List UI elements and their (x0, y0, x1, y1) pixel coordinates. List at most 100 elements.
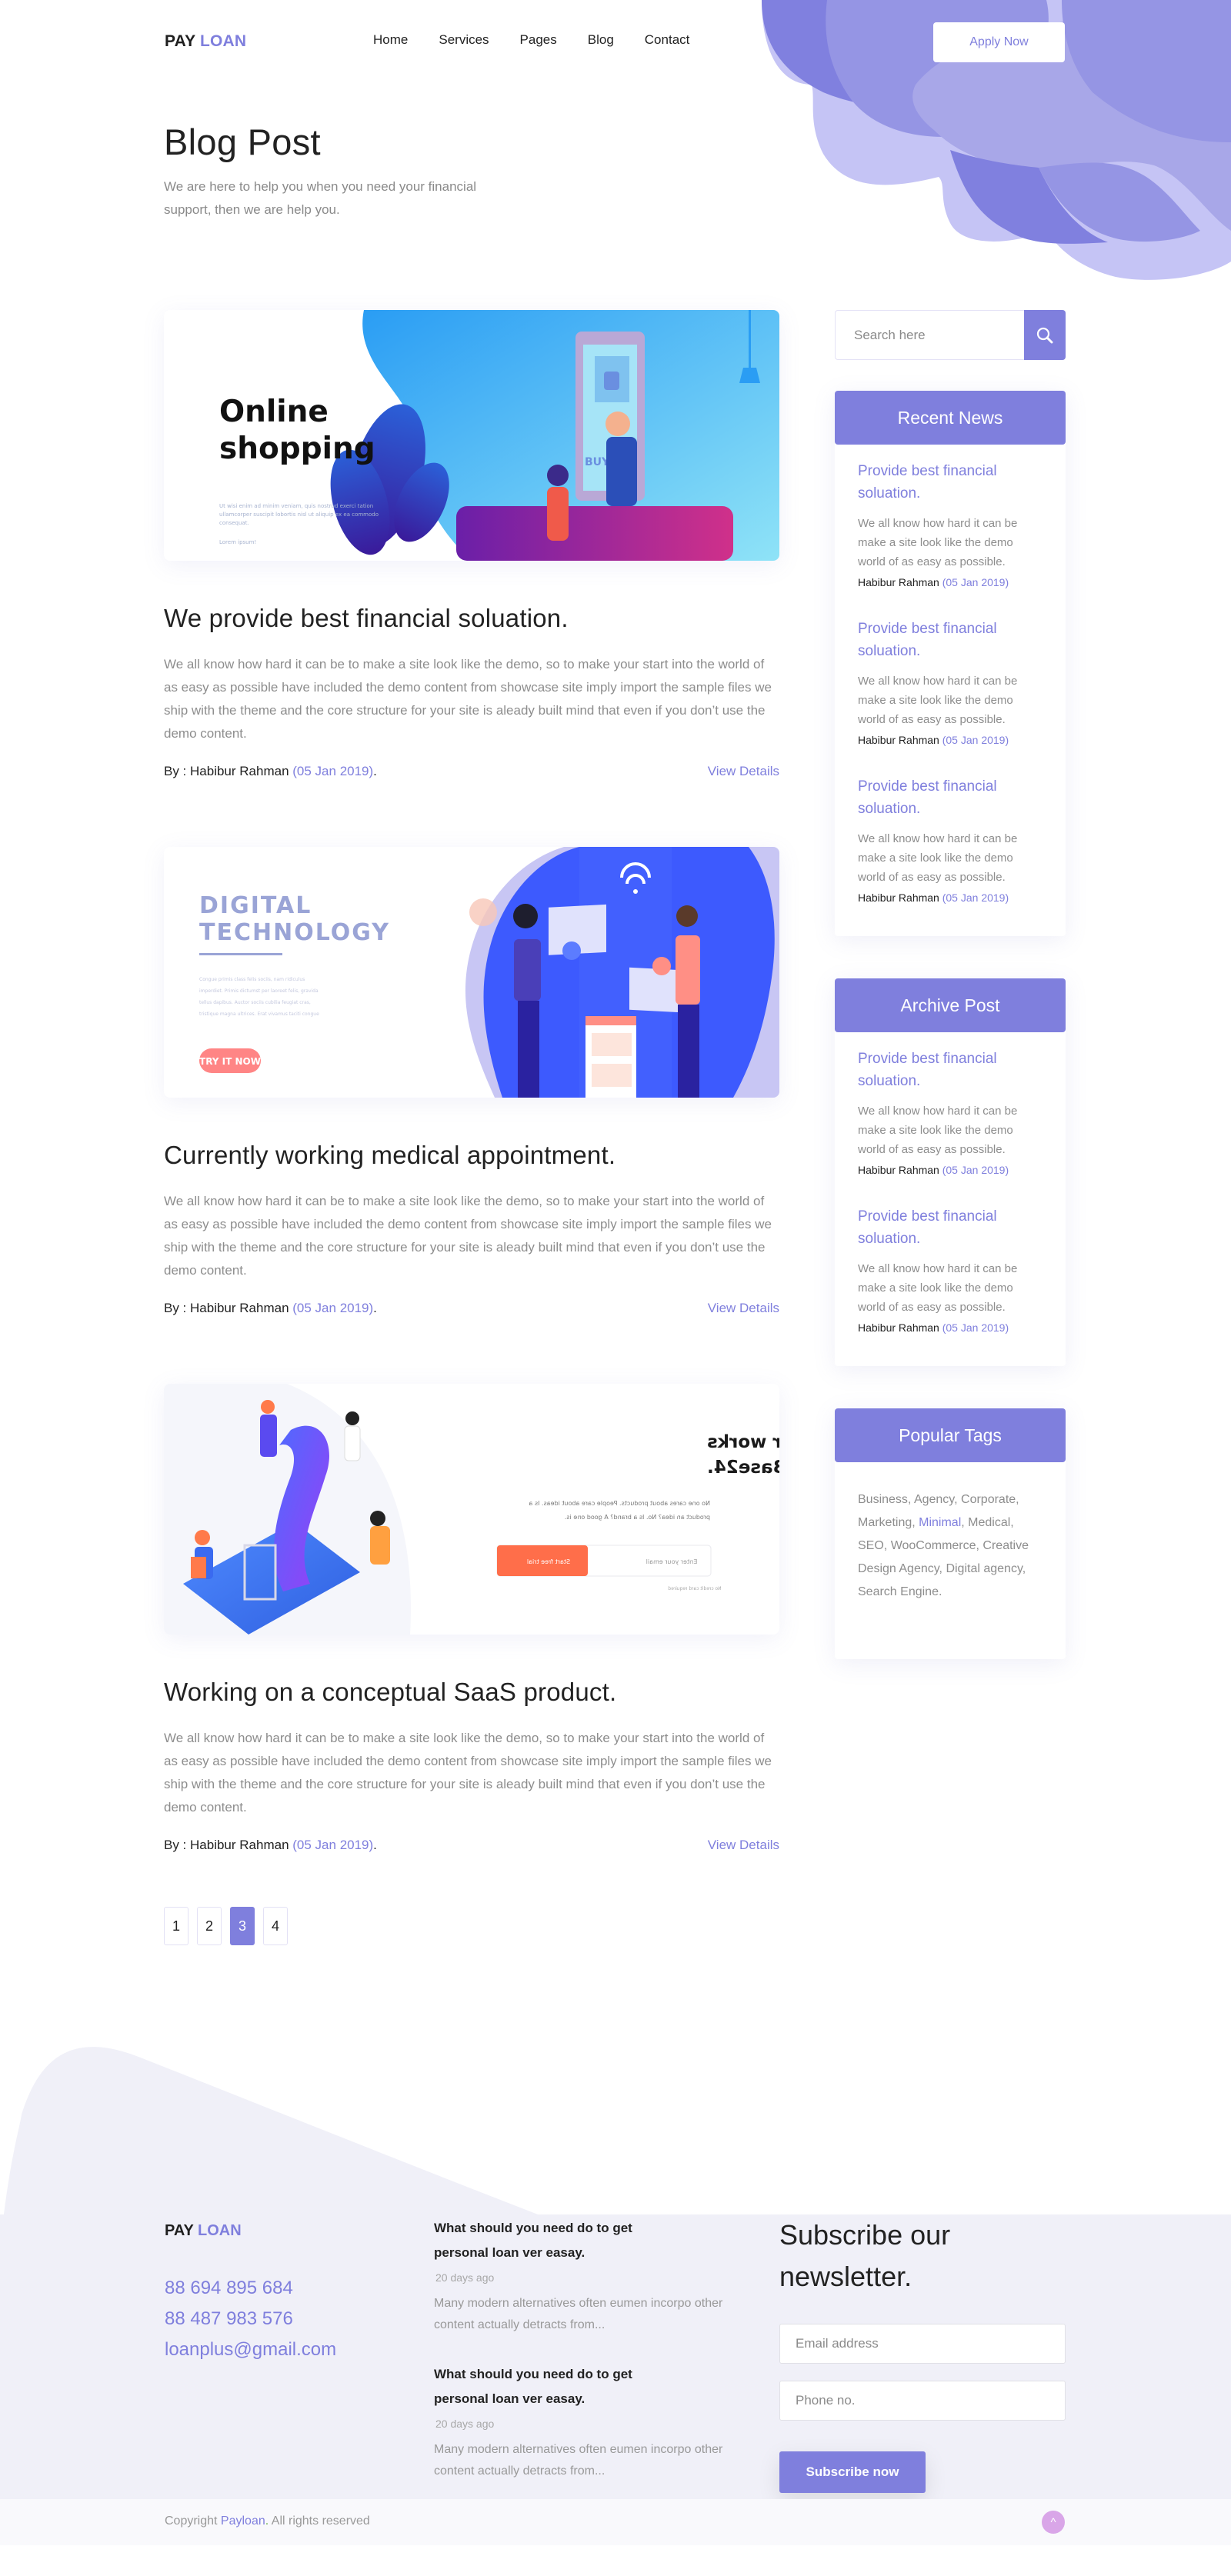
page-button-4[interactable]: 4 (263, 1907, 288, 1945)
post-title[interactable]: Working on a conceptual SaaS product. (164, 1678, 779, 1707)
post-author: By : Habibur Rahman (164, 764, 289, 778)
subscribe-button[interactable]: Subscribe now (779, 2451, 926, 2493)
news-author: Habibur Rahman (858, 891, 939, 904)
news-date: (05 Jan 2019) (942, 734, 1009, 746)
page-hero: Blog Post We are here to help you when y… (0, 121, 1231, 222)
nav-pages[interactable]: Pages (520, 32, 557, 48)
nav-blog[interactable]: Blog (588, 32, 614, 48)
banner-heading-2: easily with Base24. (707, 1458, 779, 1478)
blog-posts: BUY Online shopping Ut wisi enim ad mini… (164, 310, 779, 1945)
post-byline: By : Habibur Rahman (05 Jan 2019). (164, 764, 377, 779)
footer-phone-2[interactable]: 88 487 983 576 (165, 2304, 336, 2334)
footer-article-title[interactable]: What should you need do to get personal … (434, 2362, 665, 2411)
post-byline: By : Habibur Rahman (05 Jan 2019). (164, 1838, 377, 1853)
post-author: By : Habibur Rahman (164, 1301, 289, 1315)
footer-contacts: 88 694 895 684 88 487 983 576 loanplus@g… (165, 2273, 336, 2365)
archive-text: We all know how hard it can be make a si… (858, 1105, 1018, 1156)
footer-article-time: 20 days ago (435, 2271, 495, 2284)
tag-seo[interactable]: SEO (858, 1539, 884, 1552)
post-title[interactable]: Currently working medical appointment. (164, 1141, 779, 1170)
archive-date: (05 Jan 2019) (942, 1321, 1009, 1334)
footer: PAY LOAN 88 694 895 684 88 487 983 576 l… (0, 2038, 1231, 2545)
archive-meta: Habibur Rahman (05 Jan 2019) (858, 1321, 1043, 1334)
tag-medical[interactable]: Medical (968, 1516, 1010, 1529)
post-excerpt: We all know how hard it can be to make a… (164, 657, 772, 741)
copyright-text: Copyright Payloan. All rights reserved (165, 2514, 370, 2528)
banner-caption-2: Lorem ipsum! (219, 539, 256, 545)
archive-text: We all know how hard it can be make a si… (858, 1262, 1018, 1314)
archive-author: Habibur Rahman (858, 1321, 939, 1334)
view-details-link[interactable]: View Details (708, 764, 779, 779)
banner-caption: No one cares about products. People care… (529, 1500, 710, 1521)
post-meta: By : Habibur Rahman (05 Jan 2019). View … (164, 764, 779, 779)
post-meta: By : Habibur Rahman (05 Jan 2019). View … (164, 1838, 779, 1853)
archive-title-link[interactable]: Provide best financial soluation. (858, 1205, 1043, 1250)
view-details-link[interactable]: View Details (708, 1838, 779, 1853)
footer-article-text: Many modern alternatives often eumen inc… (434, 2297, 723, 2331)
post-date: (05 Jan 2019) (292, 1301, 374, 1315)
post-meta: By : Habibur Rahman (05 Jan 2019). View … (164, 1301, 779, 1316)
post-date-suffix: . (373, 764, 377, 778)
apply-now-button[interactable]: Apply Now (933, 22, 1065, 62)
tag-list-end: . (938, 1585, 942, 1598)
nav-contact[interactable]: Contact (645, 32, 690, 48)
news-meta: Habibur Rahman (05 Jan 2019) (858, 891, 1043, 904)
news-date: (05 Jan 2019) (942, 576, 1009, 588)
page-button-2[interactable]: 2 (197, 1907, 222, 1945)
tag-woocommerce[interactable]: WooCommerce (891, 1539, 976, 1552)
tag-search-engine[interactable]: Search Engine (858, 1585, 939, 1598)
footer-article-title[interactable]: What should you need do to get personal … (434, 2216, 665, 2265)
tag-business[interactable]: Business (858, 1493, 908, 1506)
news-item: Provide best financial soluation. We all… (858, 460, 1043, 588)
banner-heading-2: TECHNOLOGY (199, 919, 390, 946)
view-details-link[interactable]: View Details (708, 1301, 779, 1316)
archive-title-link[interactable]: Provide best financial soluation. (858, 1048, 1043, 1092)
banner-heading-1: DIGITAL (199, 892, 312, 919)
post-image-digital-technology[interactable]: DIGITAL TECHNOLOGY Congue primis class f… (164, 847, 779, 1098)
tag-marketing[interactable]: Marketing (858, 1516, 912, 1529)
news-meta: Habibur Rahman (05 Jan 2019) (858, 734, 1043, 746)
page-button-1[interactable]: 1 (164, 1907, 188, 1945)
page-button-3-active[interactable]: 3 (230, 1907, 255, 1945)
search-button[interactable] (1024, 310, 1066, 360)
news-title-link[interactable]: Provide best financial soluation. (858, 775, 1043, 820)
widget-title: Popular Tags (835, 1408, 1066, 1462)
search-icon (1036, 327, 1053, 343)
footer-logo-pay: PAY (165, 2222, 194, 2239)
tag-corporate[interactable]: Corporate (961, 1493, 1016, 1506)
scroll-to-top-button[interactable]: ^ (1042, 2511, 1065, 2534)
tag-list: Business, Agency, Corporate, Marketing, … (858, 1493, 1029, 1598)
news-title-link[interactable]: Provide best financial soluation. (858, 618, 1043, 662)
news-meta: Habibur Rahman (05 Jan 2019) (858, 576, 1043, 588)
footer-email[interactable]: loanplus@gmail.com (165, 2334, 336, 2365)
chevron-up-icon: ^ (1050, 2515, 1056, 2529)
news-text: We all know how hard it can be make a si… (858, 675, 1018, 726)
post-image-saas-product[interactable]: Organize your works easily with Base24. … (164, 1384, 779, 1635)
post-excerpt: We all know how hard it can be to make a… (164, 1194, 772, 1278)
page-subtitle: We are here to help you when you need yo… (164, 179, 477, 217)
footer-articles: What should you need do to get personal … (434, 2216, 726, 2508)
blog-post: Organize your works easily with Base24. … (164, 1384, 779, 1853)
footer-phone-1[interactable]: 88 694 895 684 (165, 2273, 336, 2304)
post-date: (05 Jan 2019) (292, 764, 374, 778)
nav-home[interactable]: Home (373, 32, 408, 48)
main-nav: Home Services Pages Blog Contact (373, 32, 720, 48)
tag-minimal[interactable]: Minimal (919, 1516, 961, 1529)
newsletter-email-input[interactable] (779, 2324, 1066, 2364)
footer-logo[interactable]: PAY LOAN (165, 2222, 242, 2240)
search-input[interactable] (835, 310, 1024, 360)
banner-trial-button: Start free trial (527, 1558, 570, 1565)
main-content: BUY Online shopping Ut wisi enim ad mini… (0, 310, 1231, 1945)
newsletter-phone-input[interactable] (779, 2381, 1066, 2421)
post-image-online-shopping[interactable]: BUY Online shopping Ut wisi enim ad mini… (164, 310, 779, 561)
logo[interactable]: PAY LOAN (165, 32, 246, 51)
news-title-link[interactable]: Provide best financial soluation. (858, 460, 1043, 505)
footer-article: What should you need do to get personal … (434, 2216, 726, 2336)
copyright-suffix: All rights reserved (269, 2514, 370, 2528)
tag-digital-agency[interactable]: Digital agency (946, 1562, 1022, 1575)
news-author: Habibur Rahman (858, 576, 939, 588)
post-title[interactable]: We provide best financial soluation. (164, 604, 779, 633)
tag-agency[interactable]: Agency (914, 1493, 954, 1506)
nav-services[interactable]: Services (439, 32, 489, 48)
copyright-brand-link[interactable]: Payloan (221, 2514, 265, 2528)
